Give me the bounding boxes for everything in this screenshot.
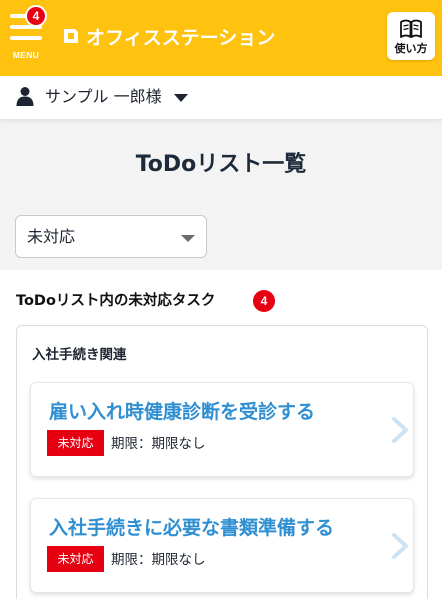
- status-badge: 未対応: [47, 430, 104, 456]
- task-title[interactable]: 入社手続きに必要な書類準備する: [49, 515, 334, 541]
- caret-down-icon: [174, 94, 188, 102]
- status-badge: 未対応: [47, 546, 104, 572]
- group-title: 入社手続き関連: [32, 347, 127, 363]
- menu-label: MENU: [12, 50, 40, 60]
- due-date: 期限：期限なし: [111, 436, 206, 452]
- task-group-card: 入社手続き関連 雇い入れ時健康診断を受診する 未対応 期限：期限なし 入社手続き…: [16, 325, 428, 599]
- user-name: サンプル 一郎様: [45, 87, 162, 106]
- task-count-badge: 4: [253, 290, 275, 312]
- task-title[interactable]: 雇い入れ時健康診断を受診する: [49, 399, 315, 425]
- book-icon: [400, 19, 422, 38]
- page-title: ToDoリスト一覧: [135, 152, 307, 177]
- guide-button[interactable]: 使い方: [387, 12, 435, 60]
- chevron-down-icon: [181, 235, 195, 242]
- task-card[interactable]: 入社手続きに必要な書類準備する 未対応 期限：期限なし: [30, 498, 414, 593]
- task-card[interactable]: 雇い入れ時健康診断を受診する 未対応 期限：期限なし: [30, 382, 414, 477]
- notification-badge[interactable]: 4: [25, 5, 47, 27]
- status-filter-select[interactable]: 未対応: [15, 215, 207, 258]
- section-heading: ToDoリスト内の未対応タスク: [16, 293, 216, 309]
- office-station-logo[interactable]: オフィスステーション: [61, 22, 275, 50]
- chevron-right-icon: [392, 533, 408, 559]
- user-icon: [16, 87, 34, 106]
- app-header: MENU 4 オフィスステーション 使い方: [0, 0, 442, 76]
- due-date: 期限：期限なし: [111, 552, 206, 568]
- filter-selected-value: 未対応: [27, 227, 76, 246]
- user-menu[interactable]: サンプル 一郎様: [0, 76, 442, 120]
- logo-icon: [64, 29, 78, 43]
- guide-label: 使い方: [394, 42, 428, 55]
- pending-tasks-section: ToDoリスト内の未対応タスク 4 入社手続き関連 雇い入れ時健康診断を受診する…: [0, 270, 442, 599]
- hamburger-icon-line: [10, 36, 42, 40]
- logo-text: オフィスステーション: [86, 26, 276, 49]
- chevron-right-icon: [392, 417, 408, 443]
